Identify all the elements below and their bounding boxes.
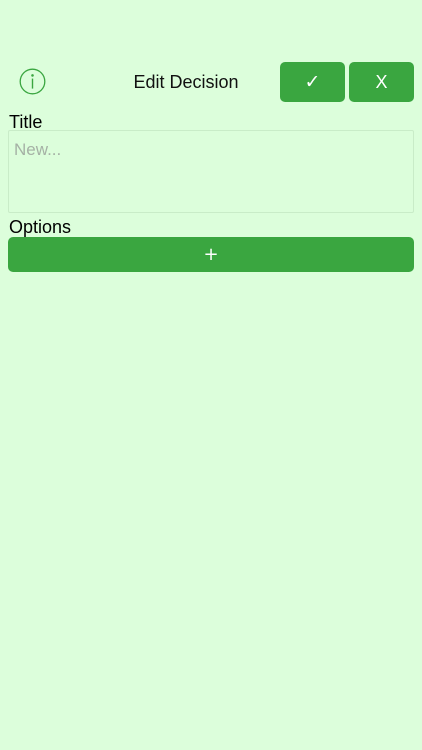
cancel-button[interactable]: X (349, 62, 414, 102)
confirm-button[interactable]: ✓ (280, 62, 345, 102)
title-label: Title (9, 112, 43, 132)
add-option-button[interactable]: + (8, 237, 414, 272)
page-title: Edit Decision (133, 72, 239, 92)
info-icon[interactable] (19, 68, 46, 95)
options-label: Options (9, 217, 72, 237)
title-input[interactable] (8, 130, 414, 213)
